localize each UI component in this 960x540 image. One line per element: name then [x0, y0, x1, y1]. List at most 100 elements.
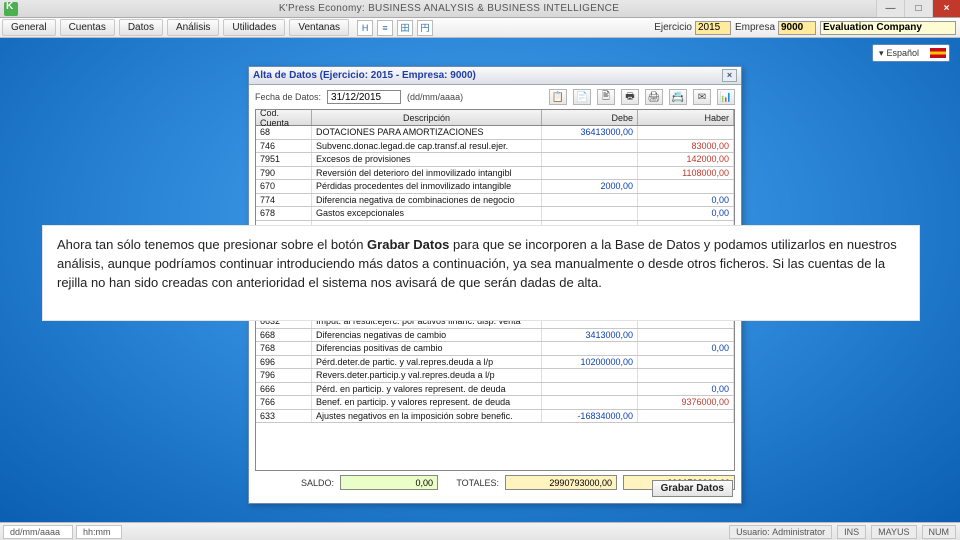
cell[interactable]: Pérd.deter.de partic. y val.repres.deuda… [312, 356, 542, 369]
close-button[interactable]: × [932, 0, 960, 17]
cell[interactable]: 0,00 [638, 383, 734, 396]
cell[interactable]: 10200000,00 [542, 356, 638, 369]
company-field[interactable] [820, 21, 956, 35]
cell[interactable] [638, 356, 734, 369]
cell[interactable]: 0,00 [638, 342, 734, 355]
cell[interactable] [638, 180, 734, 193]
cell[interactable]: Revers.deter.particip.y val.repres.deuda… [312, 369, 542, 382]
col-desc[interactable]: Descripción [312, 110, 542, 125]
cell[interactable]: Benef. en particip. y valores represent.… [312, 396, 542, 409]
cell[interactable] [542, 342, 638, 355]
table-row[interactable]: 7951Excesos de provisiones 142000,00 [256, 153, 734, 167]
col-debe[interactable]: Debe [542, 110, 638, 125]
toolbar-icon-3[interactable]: 田 [397, 20, 413, 36]
cell[interactable] [542, 194, 638, 207]
col-cod[interactable]: Cod. Cuenta [256, 110, 312, 125]
table-row[interactable]: 670Pérdidas procedentes del inmovilizado… [256, 180, 734, 194]
cell[interactable]: Diferencias negativas de cambio [312, 329, 542, 342]
language-selector[interactable]: ▾ Español [872, 44, 950, 62]
menu-analisis[interactable]: Análisis [167, 19, 219, 36]
cell[interactable]: 0,00 [638, 207, 734, 220]
table-row[interactable]: 678Gastos excepcionales 0,00 [256, 207, 734, 221]
cell[interactable]: -16834000,00 [542, 410, 638, 423]
cell[interactable]: 0,00 [638, 194, 734, 207]
cell[interactable]: 83000,00 [638, 140, 734, 153]
cell[interactable]: Diferencias positivas de cambio [312, 342, 542, 355]
tool-mail-icon[interactable]: ✉ [693, 89, 711, 105]
menu-utilidades[interactable]: Utilidades [223, 19, 285, 36]
tool-print2-icon[interactable]: 🖨 [645, 89, 663, 105]
cell[interactable]: Reversión del deterioro del inmovilizado… [312, 167, 542, 180]
cell[interactable]: 678 [256, 207, 312, 220]
cell[interactable]: 2000,00 [542, 180, 638, 193]
toolbar-icon-2[interactable]: ≡ [377, 20, 393, 36]
cell[interactable]: 796 [256, 369, 312, 382]
cell[interactable]: 36413000,00 [542, 126, 638, 139]
cell[interactable]: Excesos de provisiones [312, 153, 542, 166]
cell[interactable] [542, 383, 638, 396]
table-row[interactable]: 746Subvenc.donac.legad.de cap.transf.al … [256, 140, 734, 154]
cell[interactable]: Pérdidas procedentes del inmovilizado in… [312, 180, 542, 193]
menu-general[interactable]: General [2, 19, 56, 36]
empresa-field[interactable] [778, 21, 816, 35]
cell[interactable] [638, 126, 734, 139]
table-row[interactable]: 790Reversión del deterioro del inmoviliz… [256, 167, 734, 181]
cell[interactable]: 9376000,00 [638, 396, 734, 409]
menu-datos[interactable]: Datos [119, 19, 163, 36]
cell[interactable] [638, 410, 734, 423]
cell[interactable] [542, 396, 638, 409]
cell[interactable]: 774 [256, 194, 312, 207]
cell[interactable] [638, 329, 734, 342]
cell[interactable] [542, 369, 638, 382]
dialog-close-button[interactable]: × [722, 69, 737, 82]
tool-paste-icon[interactable]: 📋 [549, 89, 567, 105]
cell[interactable]: 142000,00 [638, 153, 734, 166]
menu-cuentas[interactable]: Cuentas [60, 19, 115, 36]
cell[interactable]: 746 [256, 140, 312, 153]
cell[interactable]: 668 [256, 329, 312, 342]
maximize-button[interactable]: □ [904, 0, 932, 17]
cell[interactable]: Pérd. en particip. y valores represent. … [312, 383, 542, 396]
cell[interactable]: Gastos excepcionales [312, 207, 542, 220]
minimize-button[interactable]: — [876, 0, 904, 17]
cell[interactable]: 3413000,00 [542, 329, 638, 342]
cell[interactable]: Ajustes negativos en la imposición sobre… [312, 410, 542, 423]
toolbar-icon-4[interactable]: 円 [417, 20, 433, 36]
table-row[interactable]: 796Revers.deter.particip.y val.repres.de… [256, 369, 734, 383]
cell[interactable] [542, 153, 638, 166]
cell[interactable] [542, 140, 638, 153]
cell[interactable]: Diferencia negativa de combinaciones de … [312, 194, 542, 207]
cell[interactable]: 768 [256, 342, 312, 355]
table-row[interactable]: 766Benef. en particip. y valores represe… [256, 396, 734, 410]
table-row[interactable]: 666Pérd. en particip. y valores represen… [256, 383, 734, 397]
table-row[interactable]: 768Diferencias positivas de cambio 0,00 [256, 342, 734, 356]
tool-card-icon[interactable]: 📇 [669, 89, 687, 105]
cell[interactable]: 696 [256, 356, 312, 369]
cell[interactable]: 68 [256, 126, 312, 139]
cell[interactable]: Subvenc.donac.legad.de cap.transf.al res… [312, 140, 542, 153]
cell[interactable]: 766 [256, 396, 312, 409]
cell[interactable]: 666 [256, 383, 312, 396]
table-row[interactable]: 68DOTACIONES PARA AMORTIZACIONES36413000… [256, 126, 734, 140]
table-row[interactable]: 668Diferencias negativas de cambio341300… [256, 329, 734, 343]
cell[interactable] [542, 207, 638, 220]
cell[interactable] [638, 369, 734, 382]
cell[interactable]: 1108000,00 [638, 167, 734, 180]
cell[interactable]: 7951 [256, 153, 312, 166]
cell[interactable]: 670 [256, 180, 312, 193]
table-row[interactable]: 696Pérd.deter.de partic. y val.repres.de… [256, 356, 734, 370]
menu-ventanas[interactable]: Ventanas [289, 19, 349, 36]
tool-chart-icon[interactable]: 📊 [717, 89, 735, 105]
grabar-datos-button[interactable]: Grabar Datos [652, 480, 733, 497]
table-row[interactable]: 633Ajustes negativos en la imposición so… [256, 410, 734, 424]
table-row[interactable]: 774Diferencia negativa de combinaciones … [256, 194, 734, 208]
fecha-input[interactable] [327, 90, 401, 104]
toolbar-icon-1[interactable]: H [357, 20, 373, 36]
tool-print1-icon[interactable]: 🖶 [621, 89, 639, 105]
col-haber[interactable]: Haber [638, 110, 734, 125]
tool-doc-icon[interactable]: 📄 [573, 89, 591, 105]
tool-sheet-icon[interactable]: 🖹 [597, 89, 615, 105]
cell[interactable]: 790 [256, 167, 312, 180]
cell[interactable]: DOTACIONES PARA AMORTIZACIONES [312, 126, 542, 139]
ejercicio-field[interactable] [695, 21, 731, 35]
